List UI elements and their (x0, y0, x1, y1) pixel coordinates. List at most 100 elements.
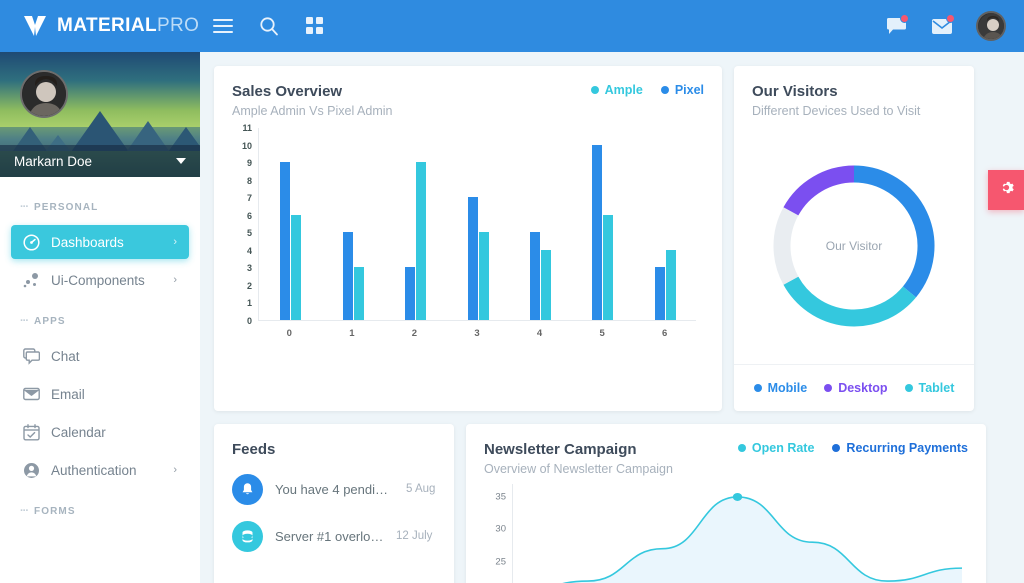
gear-icon (999, 180, 1014, 200)
bar-pixel[interactable] (467, 197, 478, 320)
profile-avatar[interactable] (20, 70, 68, 118)
visitors-card-header: Our Visitors Different Devices Used to V… (734, 66, 974, 128)
legend-label: Desktop (838, 381, 888, 395)
section-label: PERSONAL (34, 201, 99, 213)
legend-item-open-rate[interactable]: Open Rate (737, 441, 815, 455)
newsletter-body: Newsletter Campaign Overview of Newslett… (466, 424, 986, 583)
brand-logo-area[interactable]: MATERIALPRO (0, 14, 200, 38)
sales-titles: Sales Overview Ample Admin Vs Pixel Admi… (232, 83, 393, 118)
bar-ample[interactable] (665, 249, 676, 320)
sidebar-nav: ··· PERSONAL Dashboards › Ui-Components … (0, 177, 200, 525)
bar-group[interactable] (654, 249, 676, 320)
bar-group[interactable] (529, 232, 551, 320)
sidebar-item-authentication[interactable]: Authentication › (11, 453, 189, 487)
bar-group[interactable] (280, 162, 302, 320)
legend-label: Ample (604, 83, 643, 97)
chat-bubble-icon[interactable] (884, 14, 909, 38)
y-tick-label: 0 (246, 316, 252, 326)
chevron-right-icon: › (173, 236, 177, 248)
legend-dot-ample (590, 86, 599, 94)
donut-segment-mobile[interactable] (853, 165, 935, 298)
legend-item-recurring-payments[interactable]: Recurring Payments (832, 441, 968, 455)
sidebar-item-chat[interactable]: Chat (11, 339, 189, 373)
hamburger-menu-icon[interactable] (210, 13, 236, 39)
bar-ample[interactable] (291, 214, 302, 320)
donut-segment-desktop[interactable] (783, 165, 855, 216)
bar-group[interactable] (592, 144, 614, 320)
x-tick-label: 5 (599, 328, 605, 339)
legend-label: Recurring Payments (846, 441, 968, 455)
x-tick-label: 1 (349, 328, 355, 339)
donut-segment-tablet[interactable] (783, 276, 917, 327)
bar-pixel[interactable] (280, 162, 291, 320)
x-tick-label: 4 (536, 328, 543, 339)
sales-legend: Ample Pixel (590, 83, 704, 97)
top-navbar: MATERIALPRO (0, 0, 1024, 52)
envelope-icon[interactable] (930, 14, 955, 38)
area-fill (566, 496, 962, 583)
x-tick-label: 3 (474, 328, 480, 339)
bar-ample[interactable] (353, 267, 364, 320)
legend-label: Mobile (767, 381, 808, 395)
bar-group[interactable] (342, 232, 364, 320)
bar-pixel[interactable] (529, 232, 540, 320)
chat-unread-badge (900, 14, 909, 23)
plot-area (512, 484, 962, 583)
legend-item-desktop[interactable]: Desktop (824, 381, 888, 395)
list-item[interactable]: Server #1 overloaded. 12 July (232, 521, 436, 552)
legend-label: Pixel (674, 83, 704, 97)
bar-ample[interactable] (540, 249, 551, 320)
bar-pixel[interactable] (405, 267, 416, 320)
bar-ample[interactable] (478, 232, 489, 320)
sidebar-item-email[interactable]: Email (11, 377, 189, 411)
profile-name-bar[interactable]: Markarn Doe (0, 145, 200, 177)
feed-text: Server #1 overloaded. (275, 529, 384, 544)
sidebar-item-calendar[interactable]: Calendar (11, 415, 189, 449)
data-point-marker[interactable] (732, 492, 743, 501)
y-tick-label: 2 (246, 280, 252, 291)
section-dash: ··· (20, 315, 29, 327)
area-chart-svg (513, 492, 962, 583)
list-item[interactable]: You have 4 pending ta... 5 Aug (232, 474, 436, 505)
donut-segment-empty[interactable] (773, 207, 799, 285)
legend-label: Open Rate (751, 441, 815, 455)
search-icon[interactable] (256, 13, 282, 39)
newsletter-legend: Open Rate Recurring Payments (737, 441, 968, 455)
sales-overview-card: Sales Overview Ample Admin Vs Pixel Admi… (214, 66, 722, 411)
email-icon (23, 386, 40, 403)
legend-item-mobile[interactable]: Mobile (753, 381, 808, 395)
sidebar-item-ui-components[interactable]: Ui-Components › (11, 263, 189, 297)
bar-group[interactable] (405, 162, 427, 320)
y-tick-label: 25 (495, 556, 506, 568)
feeds-body: Feeds You have 4 pending ta... 5 Aug Ser… (214, 424, 454, 562)
legend-item-ample[interactable]: Ample (590, 83, 643, 97)
legend-dot-recurring (832, 444, 841, 452)
sidebar-item-dashboards[interactable]: Dashboards › (11, 225, 189, 259)
legend-item-tablet[interactable]: Tablet (904, 381, 954, 395)
bar-pixel[interactable] (342, 232, 353, 320)
sidebar-item-label: Calendar (51, 424, 106, 440)
content-row-top: Sales Overview Ample Admin Vs Pixel Admi… (214, 66, 1012, 411)
y-axis: 0 1 2 3 4 5 6 7 8 9 10 11 (234, 123, 256, 326)
section-label: FORMS (34, 505, 76, 517)
bar-ample[interactable] (603, 214, 614, 320)
dashboard-page: MATERIALPRO Markarn Doe ··· PERSONAL Das… (0, 0, 1024, 583)
material-pro-logo-icon (22, 14, 48, 38)
legend-item-pixel[interactable]: Pixel (660, 83, 704, 97)
grid-apps-icon[interactable] (302, 13, 328, 39)
caret-down-icon[interactable] (176, 158, 186, 164)
sidebar-section-personal: ··· PERSONAL (0, 187, 200, 221)
bar-pixel[interactable] (654, 267, 665, 320)
legend-dot-tablet (904, 384, 913, 392)
y-tick-label: 1 (246, 298, 252, 309)
bar-group[interactable] (467, 197, 489, 320)
y-tick-label: 9 (246, 158, 252, 169)
feed-time: 12 July (396, 529, 433, 542)
sales-card-header: Sales Overview Ample Admin Vs Pixel Admi… (232, 83, 704, 118)
user-avatar[interactable] (976, 11, 1006, 41)
feed-text: You have 4 pending ta... (275, 482, 394, 497)
bar-ample[interactable] (416, 162, 427, 320)
y-tick-label: 11 (242, 123, 252, 133)
settings-panel-toggle[interactable] (988, 170, 1024, 210)
bar-pixel[interactable] (592, 144, 603, 320)
